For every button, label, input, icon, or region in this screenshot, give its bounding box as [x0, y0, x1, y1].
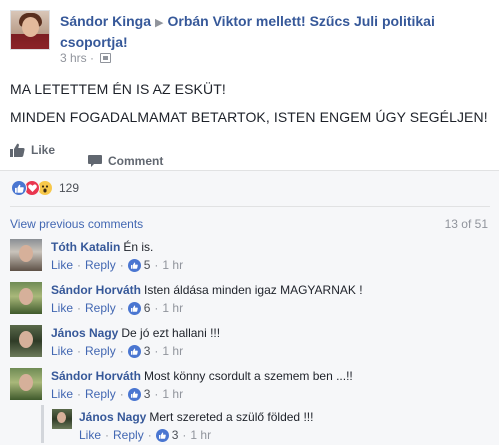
comment-actions: Like · Reply · 3 · 1 hr: [51, 344, 184, 358]
comment-time[interactable]: 1 hr: [162, 301, 183, 315]
like-count-icon: [127, 258, 141, 272]
comment-time[interactable]: 1 hr: [162, 258, 183, 272]
comment-like-count[interactable]: 6: [144, 301, 151, 315]
divider: [10, 206, 490, 207]
reply-thread-line: [41, 405, 44, 443]
comment-body: De jó ezt hallani !!!: [121, 326, 221, 340]
post-line-2: MINDEN FOGADALMAMAT BETARTOK, ISTEN ENGE…: [10, 109, 488, 125]
comment-reply-link[interactable]: Reply: [85, 258, 116, 272]
comment-like-link[interactable]: Like: [51, 258, 73, 272]
like-count-icon: [155, 428, 169, 442]
like-count-icon: [127, 301, 141, 315]
commenter-avatar[interactable]: [52, 409, 72, 429]
comment-icon: [88, 154, 102, 167]
comment-body: Én is.: [123, 240, 154, 254]
like-label: Like: [31, 143, 56, 157]
thumbs-up-icon: [10, 143, 25, 157]
comment-reply-link[interactable]: Reply: [85, 387, 116, 401]
comment-time[interactable]: 1 hr: [190, 428, 211, 442]
post-actions: Like Comment: [10, 140, 490, 168]
like-button[interactable]: Like: [10, 143, 55, 157]
post-header: Sándor Kinga ▶ Orbán Viktor mellett! Szűcs…: [10, 10, 490, 66]
commenter-avatar[interactable]: [10, 368, 42, 400]
commenter-name[interactable]: Sándor Horváth: [51, 369, 141, 383]
comment-item: Tóth Katalin Én is. Like · Reply · 5 · 1 hr: [10, 239, 490, 275]
post-time[interactable]: 3 hrs: [60, 51, 87, 65]
comment-like-count[interactable]: 5: [144, 258, 151, 272]
comment-body: Mert szereted a szülő földed !!!: [149, 410, 314, 424]
commenter-name[interactable]: Tóth Katalin: [51, 240, 120, 254]
arrow-right-icon: ▶: [155, 17, 164, 29]
post-body: MA LETETTEM ÉN IS AZ ESKÜT! MINDEN FOGAD…: [10, 80, 490, 136]
comment-item: János Nagy De jó ezt hallani !!! Like · Re…: [10, 325, 490, 361]
post-line-1: MA LETETTEM ÉN IS AZ ESKÜT!: [10, 81, 226, 97]
comment-actions: Like · Reply · 6 · 1 hr: [51, 301, 184, 315]
comment-reply-link[interactable]: Reply: [85, 344, 116, 358]
comment-like-count[interactable]: 3: [172, 428, 179, 442]
comment-actions: Like · Reply · 5 · 1 hr: [51, 258, 184, 272]
comment-actions: Like · Reply · 3 · 1 hr: [51, 387, 184, 401]
comment-text-line: Tóth Katalin Én is.: [51, 240, 153, 255]
comment-time[interactable]: 1 hr: [162, 387, 183, 401]
comment-text-line: Sándor Horváth Isten áldása minden igaz M…: [51, 283, 363, 298]
feedback-panel: 129 View previous comments 13 of 51 Tóth…: [0, 170, 499, 445]
view-previous-comments-link[interactable]: View previous comments: [10, 217, 143, 231]
reaction-count[interactable]: 129: [59, 181, 79, 195]
comment-actions: Like · Reply · 3 · 1 hr: [79, 428, 212, 442]
commenter-avatar[interactable]: [10, 282, 42, 314]
like-count-icon: [127, 344, 141, 358]
comment-like-link[interactable]: Like: [51, 344, 73, 358]
comment-time[interactable]: 1 hr: [162, 344, 183, 358]
commenter-avatar[interactable]: [10, 239, 42, 271]
author-avatar[interactable]: [10, 10, 50, 50]
commenter-name[interactable]: Sándor Horváth: [51, 283, 141, 297]
commenter-name[interactable]: János Nagy: [79, 410, 146, 424]
comment-text-line: Sándor Horváth Most könny csordult a szem…: [51, 369, 353, 384]
comment-like-link[interactable]: Like: [51, 387, 73, 401]
comment-body: Isten áldása minden igaz MAGYARNAK !: [144, 283, 363, 297]
comment-like-count[interactable]: 3: [144, 387, 151, 401]
meta-separator: ·: [90, 51, 95, 65]
post-title-line: Sándor Kinga ▶ Orbán Viktor mellett! Szűcs…: [60, 12, 490, 52]
comment-like-link[interactable]: Like: [51, 301, 73, 315]
comment-item: Sándor Horváth Most könny csordult a szem…: [10, 368, 490, 404]
comment-label: Comment: [108, 154, 164, 168]
like-reaction-icon: [11, 180, 27, 196]
like-count-icon: [127, 387, 141, 401]
reply-item: János Nagy Mert szereted a szülő földed !…: [52, 409, 490, 445]
commenter-name[interactable]: János Nagy: [51, 326, 118, 340]
comment-reply-link[interactable]: Reply: [113, 428, 144, 442]
comment-body: Most könny csordult a szemem ben ...!!: [144, 369, 353, 383]
commenter-avatar[interactable]: [10, 325, 42, 357]
comment-text-line: János Nagy De jó ezt hallani !!!: [51, 326, 220, 341]
author-name-link[interactable]: Sándor Kinga: [60, 13, 151, 29]
reactions-summary[interactable]: 129: [11, 180, 79, 196]
comment-like-link[interactable]: Like: [79, 428, 101, 442]
comment-reply-link[interactable]: Reply: [85, 301, 116, 315]
audience-icon[interactable]: [100, 53, 112, 63]
comment-text-line: János Nagy Mert szereted a szülő földed !…: [79, 410, 313, 425]
comment-like-count[interactable]: 3: [144, 344, 151, 358]
comment-item: Sándor Horváth Isten áldása minden igaz M…: [10, 282, 490, 318]
comment-counter: 13 of 51: [444, 217, 488, 231]
post-meta: 3 hrs ·: [60, 51, 112, 65]
